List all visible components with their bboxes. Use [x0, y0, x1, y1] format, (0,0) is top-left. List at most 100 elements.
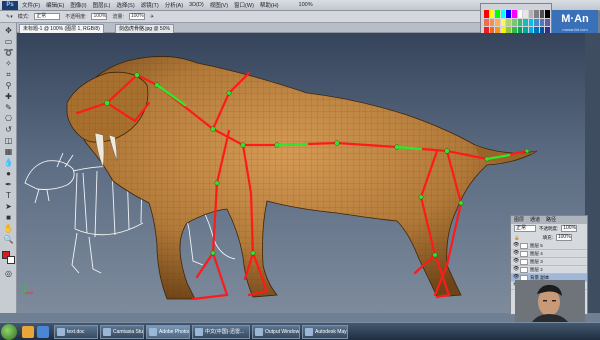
menu-select[interactable]: 选择(S) [116, 1, 134, 9]
explorer-icon[interactable] [22, 326, 34, 338]
color-swatch[interactable] [517, 18, 523, 26]
marquee-tool-icon[interactable]: ▭ [3, 37, 14, 47]
menu-layer[interactable]: 图层(L) [93, 1, 111, 9]
eraser-tool-icon[interactable]: ◫ [3, 136, 14, 146]
menu-window[interactable]: 窗口(W) [234, 1, 254, 9]
opacity-field[interactable]: 100% [91, 13, 108, 20]
lasso-tool-icon[interactable]: ➰ [3, 48, 14, 58]
flow-field[interactable]: 100% [128, 13, 145, 20]
brush-preset-icon[interactable]: ✎▾ [6, 14, 13, 20]
shape-tool-icon[interactable]: ■ [3, 213, 14, 223]
color-swatch[interactable] [534, 18, 539, 26]
color-swatch[interactable] [523, 18, 528, 26]
layer-row[interactable]: 👁 图层 5 [511, 242, 587, 250]
brush-tool-icon[interactable]: ✎ [3, 103, 14, 113]
magic-wand-icon[interactable]: ✧ [3, 59, 14, 69]
color-swatch[interactable] [489, 18, 495, 26]
layer-row[interactable]: 👁 图层 4 [511, 250, 587, 258]
menu-image[interactable]: 图像(I) [70, 1, 86, 9]
zoom-level[interactable]: 100% [299, 2, 313, 8]
task-text-doc[interactable]: text.doc [54, 325, 98, 339]
brand-subtext: manan3d.com [562, 27, 588, 32]
color-swatch[interactable] [517, 10, 523, 18]
tab-document-2[interactable]: 剑齿虎骨骼.jpg @ 50% [115, 24, 174, 33]
visibility-eye-icon[interactable]: 👁 [513, 267, 519, 272]
color-swatch[interactable] [495, 10, 500, 18]
pen-tool-icon[interactable]: ✒ [3, 180, 14, 190]
color-swatch[interactable] [500, 18, 506, 26]
layer-thumbnail [520, 258, 528, 265]
quick-mask-icon[interactable]: ◎ [3, 269, 14, 279]
color-swatch[interactable] [495, 18, 500, 26]
tab-layers[interactable]: 图层 [514, 216, 524, 224]
color-swatch[interactable] [545, 18, 550, 26]
menu-3d[interactable]: 3D(D) [189, 2, 204, 8]
color-swatch[interactable] [511, 18, 517, 26]
background-color-swatch[interactable] [7, 256, 15, 264]
menu-filter[interactable]: 滤镜(T) [141, 1, 159, 9]
color-swatch[interactable] [484, 18, 489, 26]
menu-analysis[interactable]: 分析(A) [165, 1, 183, 9]
color-swatch[interactable] [539, 10, 545, 18]
layer-row[interactable]: 👁 图层 3 [511, 258, 587, 266]
task-maya[interactable]: Autodesk Maya ... [302, 325, 348, 339]
browser-icon[interactable] [37, 326, 49, 338]
task-photoshop[interactable]: Adobe Photosh... [146, 325, 190, 339]
menu-view[interactable]: 视图(V) [210, 1, 228, 9]
blend-mode-select[interactable]: 正常 [514, 225, 536, 232]
menu-help[interactable]: 帮助(H) [260, 1, 279, 9]
path-select-icon[interactable]: ➤ [3, 202, 14, 212]
color-swatch[interactable] [506, 18, 511, 26]
dodge-tool-icon[interactable]: ● [3, 169, 14, 179]
layer-fill-field[interactable]: 100% [555, 234, 572, 241]
opacity-label: 不透明度: [65, 14, 87, 20]
tab-document-1[interactable]: 未标题-1 @ 100% (图层 1, RGB/8) [19, 24, 104, 33]
color-swatch[interactable] [528, 18, 534, 26]
color-swatch[interactable] [511, 10, 517, 18]
flow-label: 流量: [112, 14, 124, 20]
color-swatch[interactable] [534, 10, 539, 18]
layer-opacity-label: 不透明度: [539, 225, 559, 231]
tab-channels[interactable]: 通道 [530, 216, 540, 224]
menu-edit[interactable]: 编辑(E) [46, 1, 64, 9]
visibility-eye-icon[interactable]: 👁 [513, 259, 519, 264]
crop-tool-icon[interactable]: ⌗ [3, 70, 14, 80]
document-canvas[interactable] [17, 33, 585, 313]
task-output-window[interactable]: Output Window [252, 325, 300, 339]
move-tool-icon[interactable]: ✥ [3, 26, 14, 36]
gradient-tool-icon[interactable]: ▦ [3, 147, 14, 157]
color-swatch[interactable] [500, 10, 506, 18]
color-swatch[interactable] [528, 10, 534, 18]
airbrush-icon[interactable]: ✈ [150, 14, 154, 20]
color-swatch[interactable] [539, 18, 545, 26]
photoshop-logo: Ps [2, 1, 18, 10]
document-tab-bar: 未标题-1 @ 100% (图层 1, RGB/8) 剑齿虎骨骼.jpg @ 5… [17, 23, 480, 33]
color-swatch[interactable] [484, 10, 489, 18]
color-swatch[interactable] [506, 10, 511, 18]
zoom-tool-icon[interactable]: 🔍 [3, 235, 14, 245]
healing-brush-icon[interactable]: ✚ [3, 92, 14, 102]
type-tool-icon[interactable]: T [3, 191, 14, 201]
visibility-eye-icon[interactable]: 👁 [513, 243, 519, 248]
start-button[interactable] [1, 324, 17, 340]
blur-tool-icon[interactable]: 💧 [3, 158, 14, 168]
clone-stamp-icon[interactable]: ⎔ [3, 114, 14, 124]
mode-select[interactable]: 正常 [34, 13, 61, 20]
color-swatch[interactable] [489, 10, 495, 18]
lock-icon[interactable]: 🔒 [514, 235, 520, 241]
sabertooth-rig-artwork [24, 56, 538, 301]
visibility-eye-icon[interactable]: 👁 [513, 251, 519, 256]
hand-tool-icon[interactable]: ✋ [3, 224, 14, 234]
color-swatch[interactable] [523, 10, 528, 18]
task-thunder[interactable]: 中文(中国)-迅雷... [192, 325, 250, 339]
layer-opacity-field[interactable]: 100% [561, 225, 578, 232]
task-camtasia[interactable]: Camtasia Studio -... [100, 325, 144, 339]
layer-row[interactable]: 👁 图层 2 [511, 266, 587, 274]
sabertooth-model [66, 56, 538, 300]
tab-paths[interactable]: 路径 [546, 216, 556, 224]
eyedropper-icon[interactable]: ⚲ [3, 81, 14, 91]
menu-file[interactable]: 文件(F) [22, 1, 40, 9]
presenter-face [515, 280, 585, 327]
color-swatch[interactable] [545, 10, 550, 18]
history-brush-icon[interactable]: ↺ [3, 125, 14, 135]
